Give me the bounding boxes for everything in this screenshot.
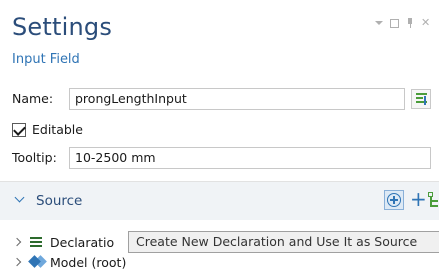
- declarations-icon: [30, 237, 42, 247]
- editable-checkbox[interactable]: [12, 122, 26, 137]
- source-section-header[interactable]: Source +: [0, 182, 439, 220]
- tree-item-label: Declaratio: [50, 234, 115, 250]
- chevron-right-icon[interactable]: [12, 237, 22, 247]
- tree-icon[interactable]: [428, 192, 439, 208]
- close-icon[interactable]: ✕: [421, 17, 431, 28]
- tooltip-input[interactable]: 10-2500 mm: [69, 147, 431, 169]
- name-button-icon: [416, 93, 427, 95]
- panel-title: Settings: [12, 13, 113, 41]
- plus-icon[interactable]: +: [410, 187, 427, 211]
- tree-item-model[interactable]: Model (root): [12, 252, 126, 272]
- model-icon: [28, 255, 47, 268]
- tooltip-label: Tooltip:: [12, 150, 57, 165]
- panel-subtitle: Input Field: [12, 52, 80, 67]
- source-section-title: Source: [36, 193, 83, 209]
- chevron-down-icon[interactable]: [14, 192, 25, 203]
- name-row: Name:: [12, 91, 53, 106]
- editable-row: Editable: [12, 122, 83, 137]
- maximize-icon[interactable]: [390, 18, 399, 28]
- name-input[interactable]: prongLengthInput: [69, 88, 405, 110]
- tooltip-row: Tooltip:: [12, 150, 57, 165]
- tree-item-label: Model (root): [50, 254, 127, 270]
- window-controls: ✕: [374, 17, 431, 28]
- name-label: Name:: [12, 91, 54, 106]
- name-from-selection-button[interactable]: [411, 89, 431, 109]
- tooltip-popup: Create New Declaration and Use It as Sou…: [128, 231, 439, 253]
- settings-window: Settings Input Field ✕ Name: prongLength…: [0, 0, 439, 275]
- dropdown-arrow-icon[interactable]: [374, 18, 384, 28]
- pin-icon[interactable]: [405, 18, 415, 28]
- chevron-right-icon[interactable]: [12, 257, 22, 267]
- tree-item-declarations[interactable]: Declaratio: [12, 232, 114, 252]
- create-declaration-button[interactable]: [384, 190, 404, 210]
- editable-label: Editable: [32, 122, 83, 137]
